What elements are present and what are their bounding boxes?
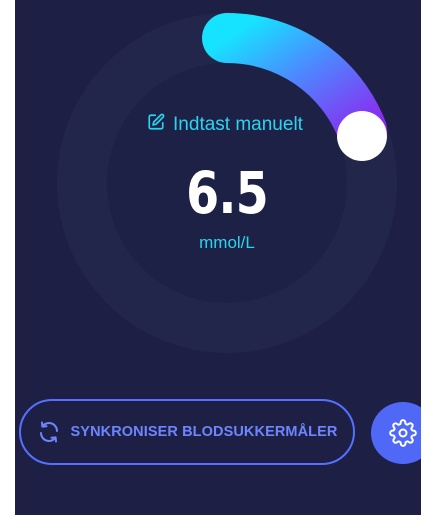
sync-meter-label: SYNKRONISER BLODSUKKERMÅLER	[70, 424, 338, 440]
bottom-margin	[0, 515, 433, 531]
left-margin	[0, 0, 15, 531]
manual-entry-button[interactable]: Indtast manuelt	[120, 112, 330, 138]
pencil-edit-icon	[147, 113, 165, 137]
glucose-screen: Indtast manuelt 6.5 mmol/L SYNKRONISER B…	[0, 0, 433, 531]
sync-arrows-icon	[37, 420, 61, 444]
glucose-value: 6.5	[186, 159, 269, 227]
right-margin	[421, 0, 433, 531]
manual-entry-label: Indtast manuelt	[173, 114, 303, 135]
glucose-unit: mmol/L	[199, 233, 255, 252]
gauge-handle[interactable]	[337, 111, 387, 161]
gear-icon	[389, 419, 417, 447]
sync-meter-button[interactable]: SYNKRONISER BLODSUKKERMÅLER	[19, 399, 355, 465]
